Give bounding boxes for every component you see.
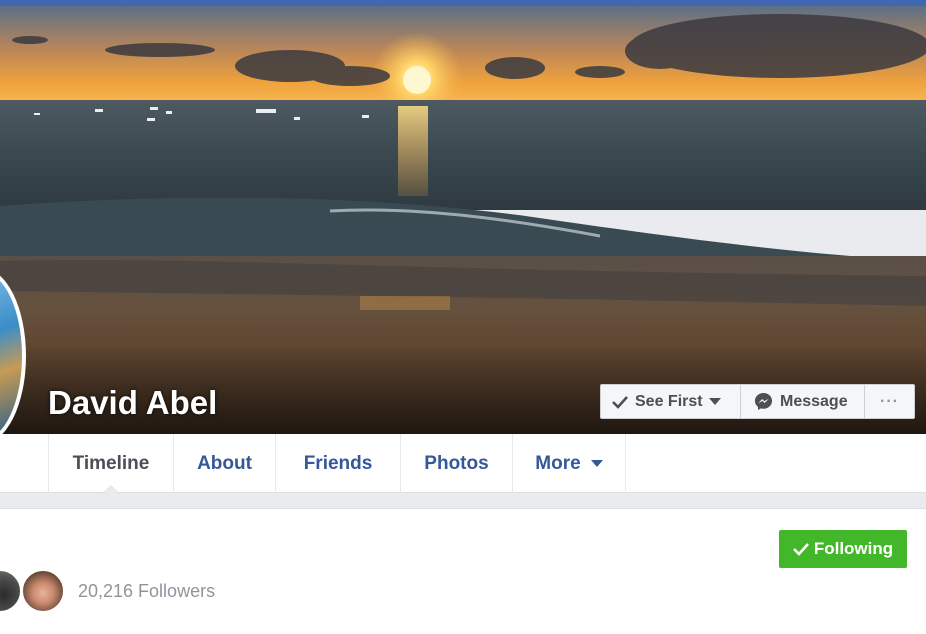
profile-tabs: Timeline About Friends Photos More [48,434,626,494]
tab-about[interactable]: About [174,434,276,493]
tab-friends[interactable]: Friends [276,434,401,493]
sunset-beach-image [0,6,926,434]
see-first-button[interactable]: See First [600,384,741,419]
profile-page: David Abel See First Message ··· Timelin… [0,0,926,634]
message-button[interactable]: Message [741,384,865,419]
followers-count[interactable]: 20,216 Followers [78,581,215,602]
tab-label: Photos [424,452,489,474]
profile-name[interactable]: David Abel [48,384,217,422]
follow-card: Following 20,216 Followers [0,508,926,634]
active-tab-indicator [102,485,120,494]
caret-down-icon [590,460,603,467]
cover-photo[interactable]: David Abel See First Message ··· [0,6,926,434]
more-options-button[interactable]: ··· [865,384,915,419]
profile-nav-bar: Timeline About Friends Photos More [0,434,926,494]
tab-photos[interactable]: Photos [401,434,513,493]
follower-avatar[interactable] [0,569,22,613]
following-button[interactable]: Following [779,530,907,568]
tab-timeline[interactable]: Timeline [49,434,174,494]
messenger-icon [754,392,773,411]
ellipsis-icon: ··· [880,392,899,410]
tab-label: About [197,452,252,474]
tab-label: More [535,452,581,474]
see-first-label: See First [635,392,703,410]
follower-avatar[interactable] [21,569,65,613]
tab-label: Timeline [72,452,150,474]
profile-actions: See First Message ··· [600,384,915,419]
checkmark-icon [792,542,809,556]
tab-label: Friends [303,452,373,474]
checkmark-icon [612,395,628,409]
caret-down-icon [708,398,721,405]
message-label: Message [780,392,848,410]
tab-more[interactable]: More [513,434,626,493]
following-label: Following [813,539,894,558]
